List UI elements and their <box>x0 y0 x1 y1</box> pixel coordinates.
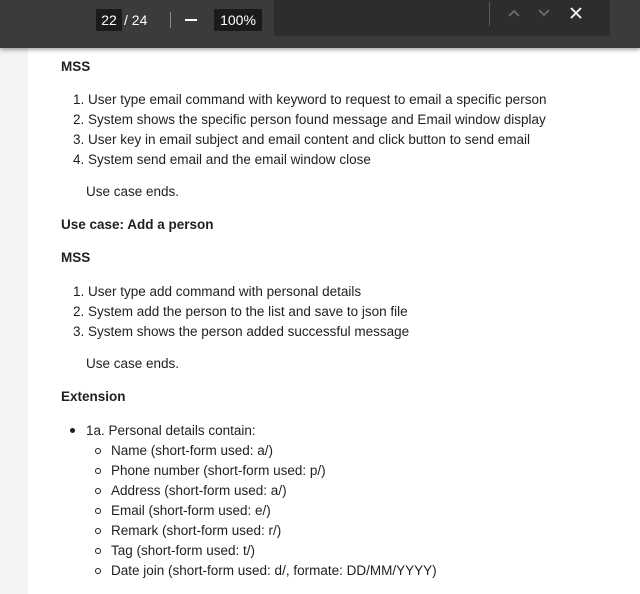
mss-heading: MSS <box>61 59 91 74</box>
sub-bullet-icon <box>95 468 101 474</box>
pdf-toolbar: 22 / 24 100% <box>0 0 640 48</box>
chevron-up-icon[interactable] <box>503 2 525 24</box>
use-case-title: Use case: Add a person <box>61 217 214 232</box>
list-item: 1a. Personal details contain: <box>86 423 256 438</box>
sub-list-item: Address (short-form used: a/) <box>111 483 287 498</box>
list-item: 1. User type email command with keyword … <box>73 92 547 107</box>
sub-bullet-icon <box>95 448 101 454</box>
sub-bullet-icon <box>95 548 101 554</box>
chevron-down-icon[interactable] <box>533 2 555 24</box>
list-item: 1. User type add command with personal d… <box>73 284 362 299</box>
close-icon[interactable] <box>565 2 587 24</box>
sub-list-item: Email (short-form used: e/) <box>111 503 271 518</box>
pdf-page: MSS 1. User type email command with keyw… <box>28 48 640 594</box>
sub-bullet-icon <box>95 508 101 514</box>
sub-bullet-icon <box>95 528 101 534</box>
mss-heading: MSS <box>61 250 91 265</box>
zoom-out-icon[interactable] <box>182 9 200 31</box>
page-total: / 24 <box>124 12 148 28</box>
sub-list-item: Phone number (short-form used: p/) <box>111 463 326 478</box>
find-bar <box>274 0 610 36</box>
sub-list-item: Remark (short-form used: r/) <box>111 523 282 538</box>
use-case-ends: Use case ends. <box>86 184 180 199</box>
list-item: 3. User key in email subject and email c… <box>73 132 530 147</box>
list-item: 4. System send email and the email windo… <box>73 152 371 167</box>
use-case-ends: Use case ends. <box>86 356 180 371</box>
sub-bullet-icon <box>95 568 101 574</box>
list-item: 2. System shows the specific person foun… <box>73 112 546 127</box>
list-item: 3. System shows the person added success… <box>73 324 410 339</box>
sub-bullet-icon <box>95 488 101 494</box>
zoom-level-input[interactable]: 100% <box>214 9 262 31</box>
extension-heading: Extension <box>61 389 126 404</box>
list-item: 2. System add the person to the list and… <box>73 304 408 319</box>
sub-list-item: Tag (short-form used: t/) <box>111 543 256 558</box>
page-number-input[interactable]: 22 <box>96 9 122 31</box>
find-divider <box>489 2 490 26</box>
sub-list-item: Name (short-form used: a/) <box>111 443 274 458</box>
bullet-icon <box>70 428 75 433</box>
toolbar-divider <box>170 12 171 28</box>
sub-list-item: Date join (short-form used: d/, formate:… <box>111 563 437 578</box>
